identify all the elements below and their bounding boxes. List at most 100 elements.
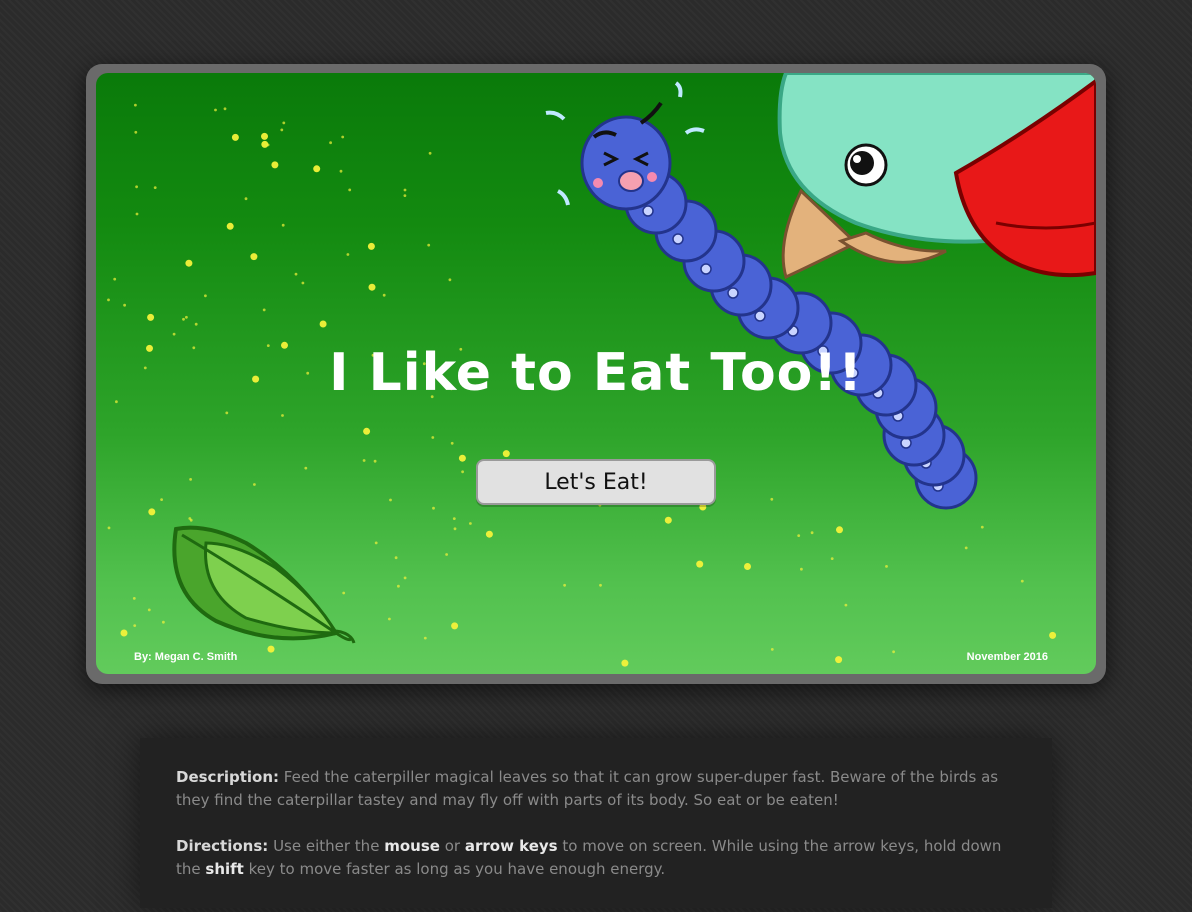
firefly xyxy=(403,188,407,192)
firefly xyxy=(1049,631,1057,639)
directions-or: or xyxy=(444,837,461,855)
firefly xyxy=(563,583,566,587)
firefly xyxy=(162,620,165,624)
firefly xyxy=(388,617,391,621)
firefly xyxy=(185,259,193,267)
firefly xyxy=(403,576,407,580)
firefly xyxy=(362,459,366,462)
firefly xyxy=(271,161,279,169)
firefly xyxy=(133,624,137,627)
firefly xyxy=(485,530,493,538)
firefly xyxy=(113,277,117,281)
firefly xyxy=(382,293,386,297)
firefly xyxy=(172,332,176,336)
firefly xyxy=(797,534,801,537)
firefly xyxy=(461,470,464,474)
firefly xyxy=(135,212,139,216)
firefly xyxy=(147,608,151,612)
firefly xyxy=(319,320,327,328)
firefly xyxy=(403,194,407,197)
firefly xyxy=(281,414,284,417)
firefly xyxy=(469,522,472,525)
firefly xyxy=(225,411,229,415)
firefly xyxy=(964,546,968,550)
keyword-mouse: mouse xyxy=(384,837,440,855)
firefly xyxy=(367,242,375,250)
description-paragraph: Description: Feed the caterpiller magica… xyxy=(176,766,1016,812)
firefly xyxy=(599,583,602,587)
firefly xyxy=(204,294,207,298)
firefly xyxy=(844,603,848,607)
firefly xyxy=(452,517,456,520)
firefly xyxy=(368,283,376,291)
firefly xyxy=(189,478,192,481)
directions-label: Directions: xyxy=(176,837,269,855)
firefly xyxy=(134,130,138,134)
directions-paragraph: Directions: Use either the mouse or arro… xyxy=(176,835,1016,881)
firefly xyxy=(448,278,452,282)
description-text: Feed the caterpiller magical leaves so t… xyxy=(176,768,999,809)
firefly xyxy=(223,107,227,111)
firefly xyxy=(123,303,126,307)
firefly xyxy=(374,541,378,545)
game-title: I Like to Eat Too!! xyxy=(329,343,863,403)
firefly xyxy=(250,253,258,261)
firefly xyxy=(427,243,431,247)
keyword-shift: shift xyxy=(205,860,244,878)
firefly xyxy=(836,526,843,534)
game-canvas[interactable]: I Like to Eat Too!! Let's Eat! By: Megan… xyxy=(96,73,1096,674)
leaf-sprite xyxy=(172,525,356,644)
firefly xyxy=(280,128,284,132)
firefly xyxy=(800,567,803,571)
firefly xyxy=(267,645,275,653)
firefly xyxy=(301,281,305,285)
firefly xyxy=(810,531,814,535)
firefly xyxy=(261,132,268,140)
firefly xyxy=(458,454,466,462)
firefly xyxy=(431,436,435,439)
lets-eat-button[interactable]: Let's Eat! xyxy=(476,459,716,505)
firefly xyxy=(135,185,138,189)
firefly xyxy=(432,506,435,510)
firefly xyxy=(107,298,110,302)
firefly xyxy=(830,557,834,560)
keyword-arrow-keys: arrow keys xyxy=(464,837,558,855)
info-panel: Description: Feed the caterpiller magica… xyxy=(140,738,1052,908)
firefly xyxy=(132,597,136,600)
firefly xyxy=(394,556,398,560)
firefly xyxy=(342,591,346,595)
firefly xyxy=(835,656,843,664)
firefly xyxy=(348,188,352,192)
firefly xyxy=(282,121,286,125)
firefly xyxy=(980,525,984,529)
firefly xyxy=(445,553,448,556)
firefly xyxy=(770,497,774,501)
firefly xyxy=(744,563,751,570)
firefly xyxy=(373,459,377,463)
firefly xyxy=(346,253,350,256)
firefly xyxy=(226,222,234,230)
firefly xyxy=(304,466,308,470)
firefly xyxy=(397,584,400,588)
firefly xyxy=(451,622,459,630)
directions-text-3: key to move faster as long as you have e… xyxy=(248,860,666,878)
firefly xyxy=(153,186,157,189)
firefly xyxy=(664,516,672,524)
firefly xyxy=(148,508,156,516)
game-frame: I Like to Eat Too!! Let's Eat! By: Megan… xyxy=(86,64,1106,684)
firefly xyxy=(453,527,457,531)
firefly xyxy=(363,427,371,435)
firefly xyxy=(621,659,629,667)
firefly xyxy=(329,141,332,145)
firefly xyxy=(892,650,895,654)
firefly xyxy=(194,322,198,326)
directions-text-1: Use either the xyxy=(273,837,380,855)
firefly xyxy=(885,565,888,568)
firefly xyxy=(160,498,163,501)
description-label: Description: xyxy=(176,768,280,786)
firefly xyxy=(339,169,343,173)
firefly xyxy=(423,636,427,640)
firefly xyxy=(313,165,321,173)
firefly xyxy=(428,151,432,155)
firefly xyxy=(696,560,704,568)
